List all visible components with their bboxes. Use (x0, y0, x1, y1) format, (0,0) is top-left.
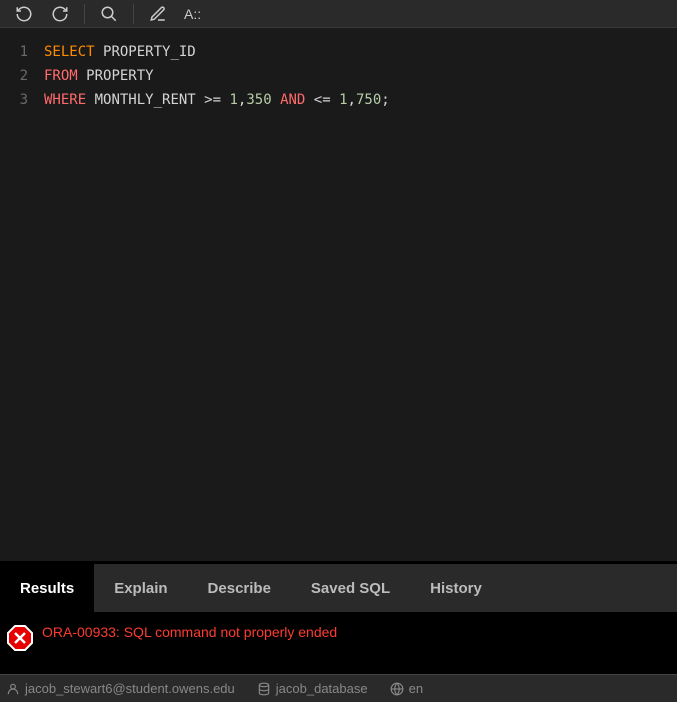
status-language-text: en (409, 681, 423, 696)
line-number: 3 (0, 88, 28, 112)
error-area: ORA-00933: SQL command not properly ende… (0, 612, 677, 674)
result-tabs: ResultsExplainDescribeSaved SQLHistory (0, 564, 677, 612)
status-database[interactable]: jacob_database (257, 681, 368, 696)
edit-icon[interactable] (142, 2, 174, 26)
status-bar: jacob_stewart6@student.owens.edu jacob_d… (0, 674, 677, 702)
tab-describe[interactable]: Describe (188, 564, 291, 612)
tab-explain[interactable]: Explain (94, 564, 187, 612)
toolbar: A:: (0, 0, 677, 28)
tab-saved-sql[interactable]: Saved SQL (291, 564, 410, 612)
code-line[interactable]: WHERE MONTHLY_RENT >= 1,350 AND <= 1,750… (44, 88, 669, 112)
font-size-label[interactable]: A:: (184, 6, 201, 22)
tab-history[interactable]: History (410, 564, 502, 612)
redo-icon[interactable] (44, 2, 76, 26)
undo-icon[interactable] (8, 2, 40, 26)
code-area[interactable]: SELECT PROPERTY_IDFROM PROPERTYWHERE MON… (36, 28, 677, 561)
toolbar-divider (133, 4, 134, 24)
error-icon (6, 624, 34, 652)
line-gutter: 123 (0, 28, 36, 561)
sql-editor[interactable]: 123 SELECT PROPERTY_IDFROM PROPERTYWHERE… (0, 28, 677, 561)
search-icon[interactable] (93, 2, 125, 26)
error-message: ORA-00933: SQL command not properly ende… (42, 622, 337, 640)
status-user-text: jacob_stewart6@student.owens.edu (25, 681, 235, 696)
code-line[interactable]: SELECT PROPERTY_ID (44, 40, 669, 64)
line-number: 2 (0, 64, 28, 88)
line-number: 1 (0, 40, 28, 64)
results-panel: ResultsExplainDescribeSaved SQLHistory O… (0, 561, 677, 674)
status-database-text: jacob_database (276, 681, 368, 696)
status-user[interactable]: jacob_stewart6@student.owens.edu (6, 681, 235, 696)
status-language[interactable]: en (390, 681, 423, 696)
code-line[interactable]: FROM PROPERTY (44, 64, 669, 88)
toolbar-divider (84, 4, 85, 24)
tab-results[interactable]: Results (0, 564, 94, 612)
